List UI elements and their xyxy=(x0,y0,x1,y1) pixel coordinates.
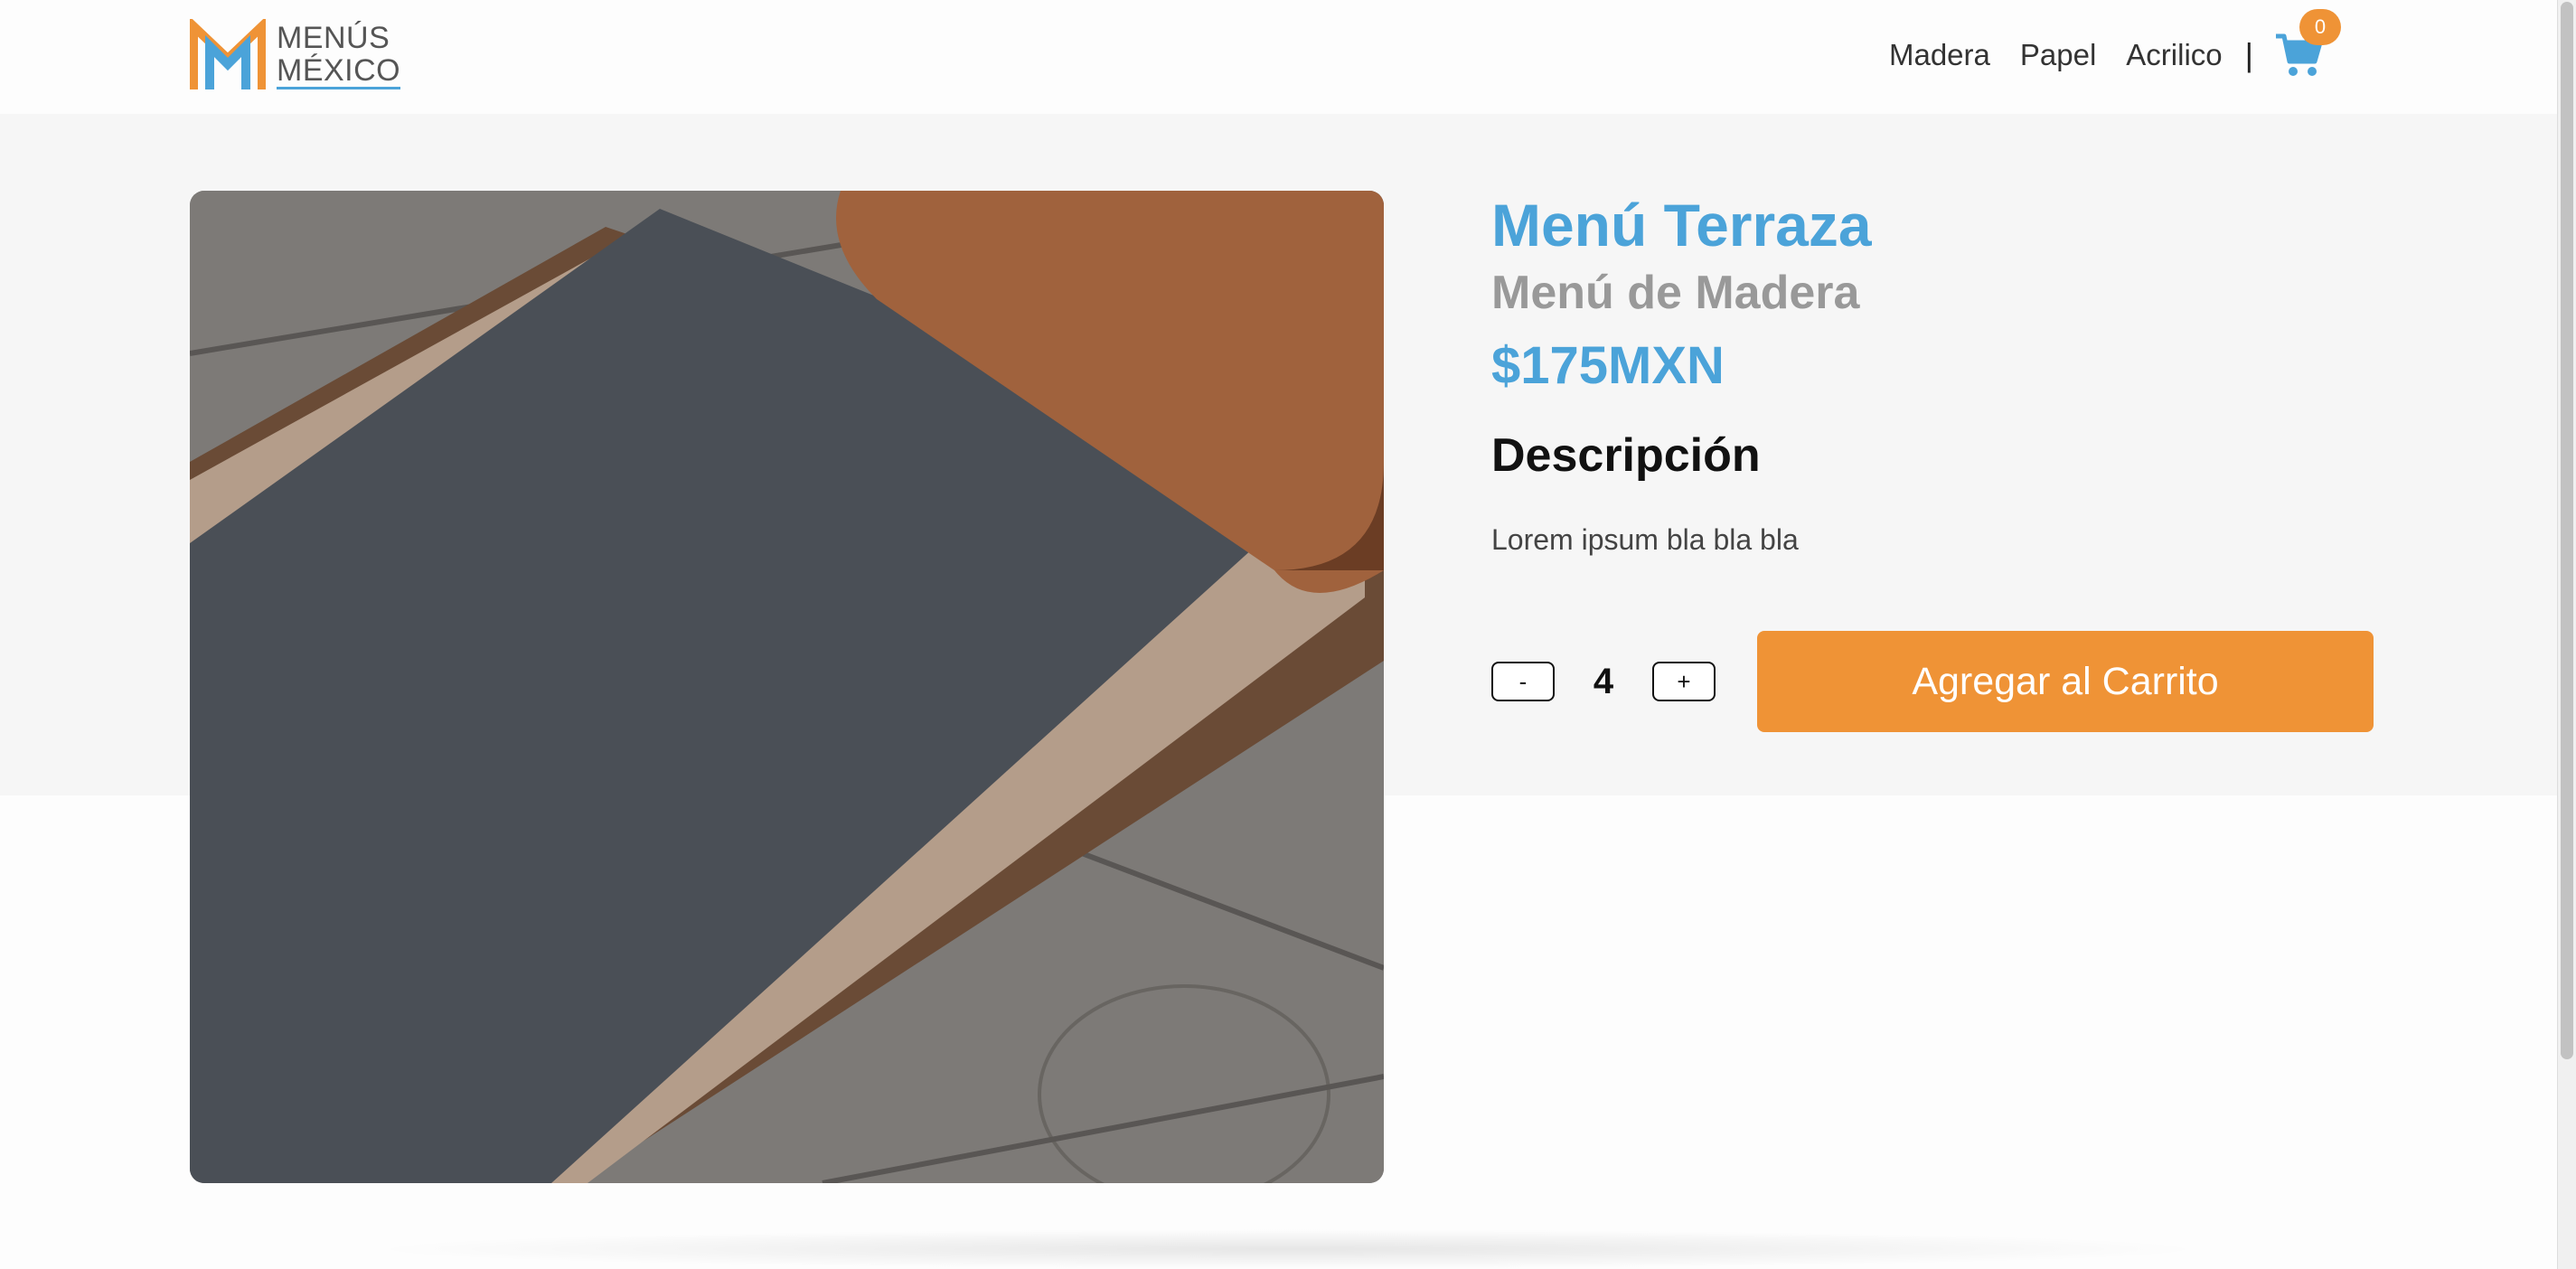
nav-link-acrilico[interactable]: Acrilico xyxy=(2126,38,2222,72)
site-header: MENÚS MÉXICO Madera Papel Acrilico | 0 xyxy=(0,0,2558,114)
product-image xyxy=(190,191,1384,1183)
purchase-actions: - 4 + Agregar al Carrito xyxy=(1491,631,2374,732)
quantity-value: 4 xyxy=(1593,661,1614,701)
site-logo[interactable]: MENÚS MÉXICO xyxy=(190,18,401,92)
logo-line-2: MÉXICO xyxy=(277,52,401,89)
cart-button[interactable]: 0 xyxy=(2274,9,2341,78)
product-subtitle: Menú de Madera xyxy=(1491,267,1860,319)
menus-mexico-logo-icon xyxy=(190,19,266,89)
cart-count-badge: 0 xyxy=(2299,9,2341,45)
scrollbar-thumb[interactable] xyxy=(2561,2,2573,1059)
footer-shadow xyxy=(362,1229,2214,1269)
nav-link-papel[interactable]: Papel xyxy=(2020,38,2096,72)
logo-text: MENÚS MÉXICO xyxy=(277,20,401,89)
nav-separator: | xyxy=(2244,36,2253,73)
logo-line-1: MENÚS xyxy=(277,20,390,55)
quantity-decrement-button[interactable]: - xyxy=(1491,662,1555,701)
main-nav: Madera Papel Acrilico | 0 xyxy=(1889,9,2341,78)
product-price: $175MXN xyxy=(1491,336,1725,395)
description-heading: Descripción xyxy=(1491,429,1761,482)
nav-link-madera[interactable]: Madera xyxy=(1889,38,1990,72)
page-scrollbar[interactable] xyxy=(2557,0,2576,1269)
product-title: Menú Terraza xyxy=(1491,192,1872,258)
add-to-cart-button[interactable]: Agregar al Carrito xyxy=(1757,631,2374,732)
product-info: Menú Terraza Menú de Madera $175MXN Desc… xyxy=(1491,185,2359,557)
quantity-increment-button[interactable]: + xyxy=(1652,662,1716,701)
menu-photo-illustration xyxy=(190,191,1384,1183)
product-description: Lorem ipsum bla bla bla xyxy=(1491,523,1799,556)
